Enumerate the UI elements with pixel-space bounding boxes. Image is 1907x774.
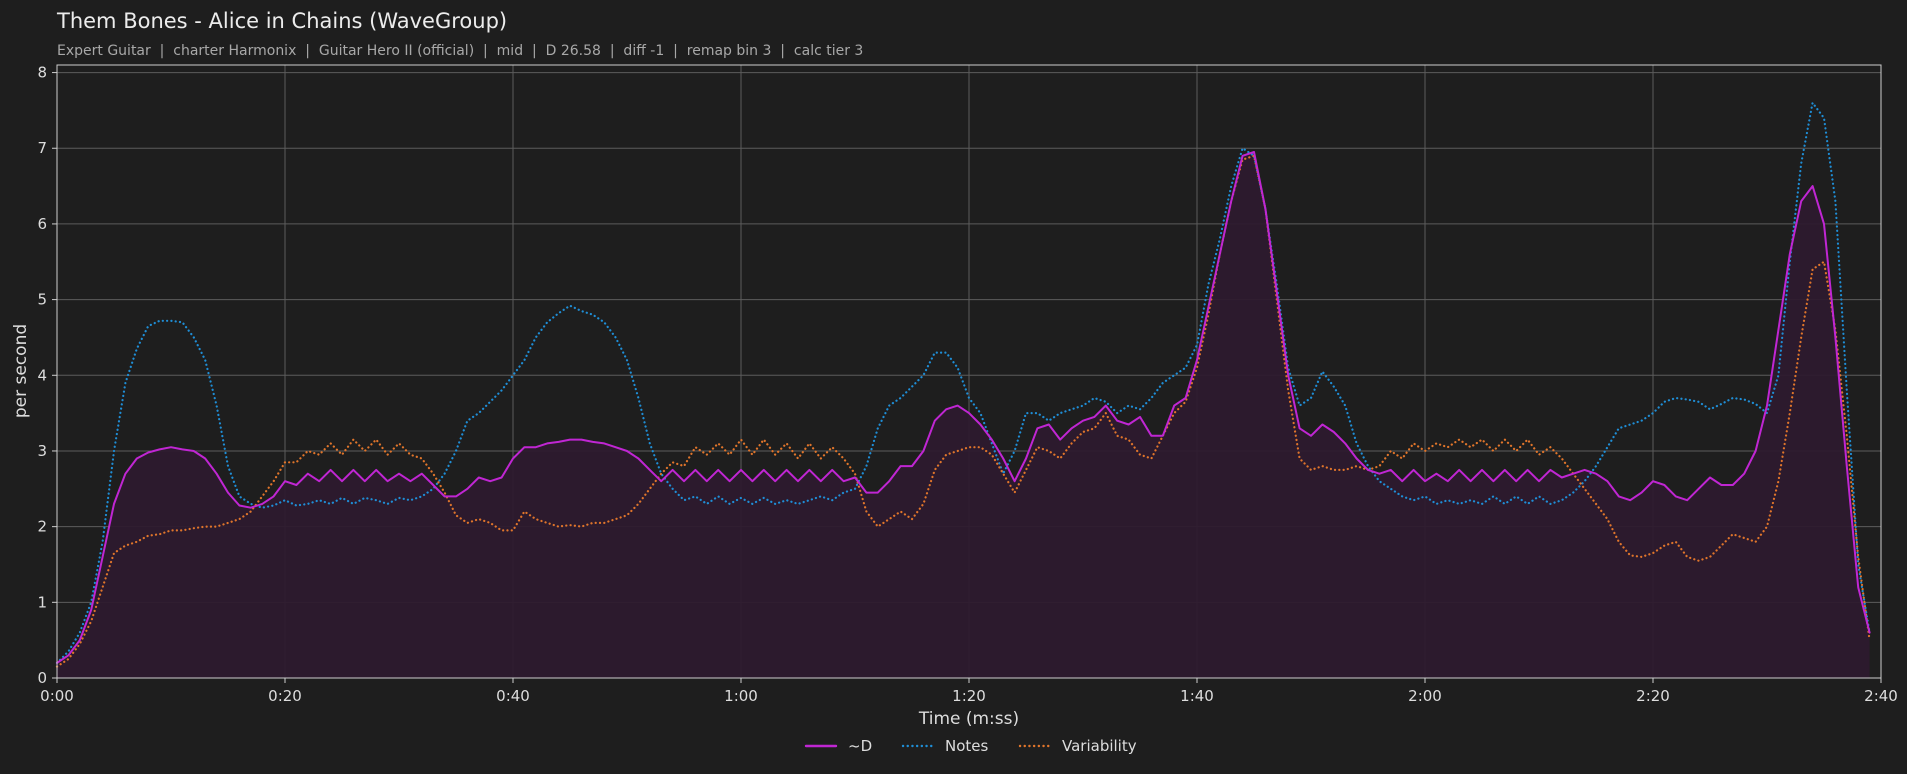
x-tick-label-0: 0:00 — [40, 687, 74, 705]
x-tick-label-1: 0:20 — [268, 687, 302, 705]
y-tick-label-0: 0 — [37, 669, 47, 687]
legend: ~D Notes Variability — [804, 737, 1137, 755]
legend-label-1: Notes — [945, 737, 989, 755]
chart-subtitle: Expert Guitar | charter Harmonix | Guita… — [57, 43, 863, 59]
x-tick-label-3: 1:00 — [724, 687, 758, 705]
y-tick-label-7: 7 — [37, 139, 47, 157]
x-tick-label-8: 2:40 — [1864, 687, 1898, 705]
x-tick-label-4: 1:20 — [952, 687, 986, 705]
legend-label-0: ~D — [848, 737, 872, 755]
chart-title: Them Bones - Alice in Chains (WaveGroup) — [56, 9, 507, 33]
chart: Them Bones - Alice in Chains (WaveGroup)… — [0, 0, 1907, 774]
y-tick-label-3: 3 — [37, 442, 47, 460]
legend-label-2: Variability — [1062, 737, 1137, 755]
y-tick-label-2: 2 — [37, 518, 47, 536]
y-tick-label-6: 6 — [37, 215, 47, 233]
x-tick-label-2: 0:40 — [496, 687, 530, 705]
y-tick-label-1: 1 — [37, 593, 47, 611]
x-tick-label-5: 1:40 — [1180, 687, 1214, 705]
y-tick-label-8: 8 — [37, 64, 47, 82]
x-axis-label: Time (m:ss) — [918, 709, 1019, 729]
y-axis-label: per second — [11, 324, 31, 418]
y-tick-label-5: 5 — [37, 291, 47, 309]
x-tick-label-7: 2:20 — [1636, 687, 1670, 705]
y-tick-label-4: 4 — [37, 366, 47, 384]
x-tick-label-6: 2:00 — [1408, 687, 1442, 705]
